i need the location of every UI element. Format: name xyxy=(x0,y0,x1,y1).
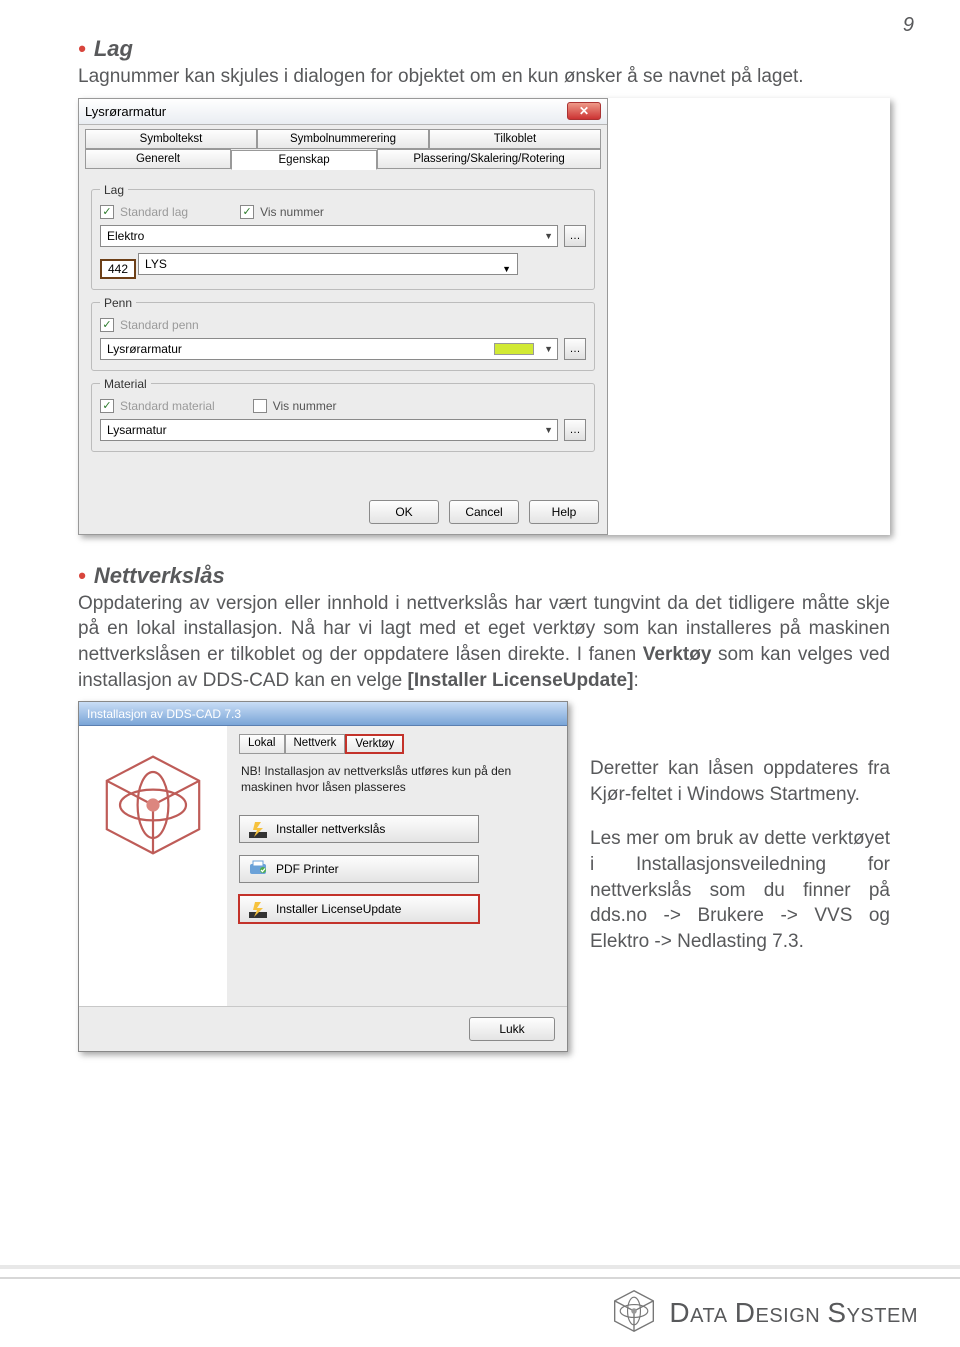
dialog2-note: NB! Installasjon av nettverkslås utføres… xyxy=(241,764,553,795)
page-footer: DATA DESIGN SYSTEM xyxy=(0,1277,960,1347)
checkbox-vis-nummer-material[interactable]: ✓ xyxy=(253,399,267,413)
dds-logo-icon xyxy=(611,1288,657,1339)
section-heading-lag: • Lag xyxy=(78,36,890,62)
dropdown-penn[interactable]: Lysrørarmatur ▼ xyxy=(100,338,558,360)
dropdown-lag-value: Elektro xyxy=(107,229,144,243)
dropdown-material-value: Lysarmatur xyxy=(107,423,167,437)
chevron-down-icon: ▼ xyxy=(544,344,553,354)
chevron-down-icon: ▼ xyxy=(544,231,553,241)
label-vis-nummer-lag: Vis nummer xyxy=(260,205,324,219)
lukk-button[interactable]: Lukk xyxy=(469,1017,555,1041)
label-standard-lag: Standard lag xyxy=(120,205,188,219)
lightning-icon xyxy=(248,819,268,839)
close-icon[interactable]: ✕ xyxy=(567,102,601,120)
side-text-column: Deretter kan låsen oppdateres fra Kjør-f… xyxy=(590,701,890,968)
browse-button-material[interactable]: … xyxy=(564,419,586,441)
tab-verktoy[interactable]: Verktøy xyxy=(345,734,404,754)
cancel-button[interactable]: Cancel xyxy=(449,500,519,524)
btn-installer-nettverkslas[interactable]: Installer nettverkslås xyxy=(239,815,479,843)
dialog1-title: Lysrørarmatur xyxy=(85,104,567,119)
bullet-icon: • xyxy=(78,563,86,588)
tab-plassering[interactable]: Plassering/Skalering/Rotering xyxy=(377,149,601,169)
btn2-label: PDF Printer xyxy=(276,862,339,876)
checkbox-vis-nummer-lag[interactable]: ✓ xyxy=(240,205,254,219)
tab-lokal[interactable]: Lokal xyxy=(239,734,285,754)
dialog-installasjon: Installasjon av DDS-CAD 7.3 xyxy=(78,701,568,1052)
tab-generelt[interactable]: Generelt xyxy=(85,149,231,169)
browse-button-penn[interactable]: … xyxy=(564,338,586,360)
section-heading-nettverkslas: • Nettverkslås xyxy=(78,563,890,589)
tab-symboltekst[interactable]: Symboltekst xyxy=(85,129,257,149)
group-material-legend: Material xyxy=(100,377,151,391)
btn3-label: Installer LicenseUpdate xyxy=(276,902,401,916)
field-lagnummer-442: 442 xyxy=(100,259,136,279)
group-material: Material ✓ Standard material ✓ Vis numme… xyxy=(91,377,595,452)
page-number: 9 xyxy=(903,14,914,37)
side-para-1: Deretter kan låsen oppdateres fra Kjør-f… xyxy=(590,756,890,807)
dialog-lysrorarmatur: Lysrørarmatur ✕ Symboltekst Symbolnummer… xyxy=(78,98,608,535)
group-penn-legend: Penn xyxy=(100,296,136,310)
heading-nett-text: Nettverkslås xyxy=(94,563,225,588)
checkbox-standard-penn[interactable]: ✓ xyxy=(100,318,114,332)
chevron-down-icon: ▼ xyxy=(502,259,511,279)
side-para-2: Les mer om bruk av dette verktøyet i Ins… xyxy=(590,826,890,954)
chevron-down-icon: ▼ xyxy=(544,425,553,435)
dialog2-graphic-panel xyxy=(79,726,227,1006)
browse-button-lag[interactable]: … xyxy=(564,225,586,247)
group-penn: Penn ✓ Standard penn Lysrørarmatur ▼ … xyxy=(91,296,595,371)
dds-cube-icon xyxy=(98,750,208,860)
pdf-printer-icon xyxy=(248,859,268,879)
label-standard-material: Standard material xyxy=(120,399,215,413)
tab-tilkoblet[interactable]: Tilkoblet xyxy=(429,129,601,149)
group-lag: Lag ✓ Standard lag ✓ Vis nummer Elektro … xyxy=(91,183,595,290)
help-button[interactable]: Help xyxy=(529,500,599,524)
dropdown-lag-elektro[interactable]: Elektro ▼ xyxy=(100,225,558,247)
btn-pdf-printer[interactable]: PDF Printer xyxy=(239,855,479,883)
dialog2-title: Installasjon av DDS-CAD 7.3 xyxy=(87,707,241,721)
group-lag-legend: Lag xyxy=(100,183,128,197)
dropdown-material[interactable]: Lysarmatur ▼ xyxy=(100,419,558,441)
dropdown-lys-value: LYS xyxy=(145,257,167,271)
footer-brand: DATA DESIGN SYSTEM xyxy=(669,1297,918,1329)
checkbox-standard-material[interactable]: ✓ xyxy=(100,399,114,413)
bullet-icon: • xyxy=(78,36,86,61)
btn1-label: Installer nettverkslås xyxy=(276,822,385,836)
dropdown-penn-value: Lysrørarmatur xyxy=(107,342,182,356)
tab-row-bottom: Generelt Egenskap Plassering/Skalering/R… xyxy=(79,149,607,169)
label-standard-penn: Standard penn xyxy=(120,318,199,332)
color-swatch-penn xyxy=(494,343,534,355)
btn-installer-licenseupdate[interactable]: Installer LicenseUpdate xyxy=(239,895,479,923)
lightning-icon xyxy=(248,899,268,919)
ok-button[interactable]: OK xyxy=(369,500,439,524)
tab-symbolnummerering[interactable]: Symbolnummerering xyxy=(257,129,429,149)
heading-lag-text: Lag xyxy=(94,36,133,61)
section-nett-body: Oppdatering av versjon eller innhold i n… xyxy=(78,591,890,694)
tab-egenskap[interactable]: Egenskap xyxy=(231,150,377,170)
dropdown-lys[interactable]: LYS ▼ xyxy=(138,253,518,275)
checkbox-standard-lag[interactable]: ✓ xyxy=(100,205,114,219)
tab-nettverk[interactable]: Nettverk xyxy=(285,734,346,754)
label-vis-nummer-material: Vis nummer xyxy=(273,399,337,413)
section-lag-body: Lagnummer kan skjules i dialogen for obj… xyxy=(78,64,890,90)
tab-row-top: Symboltekst Symbolnummerering Tilkoblet xyxy=(79,125,607,149)
